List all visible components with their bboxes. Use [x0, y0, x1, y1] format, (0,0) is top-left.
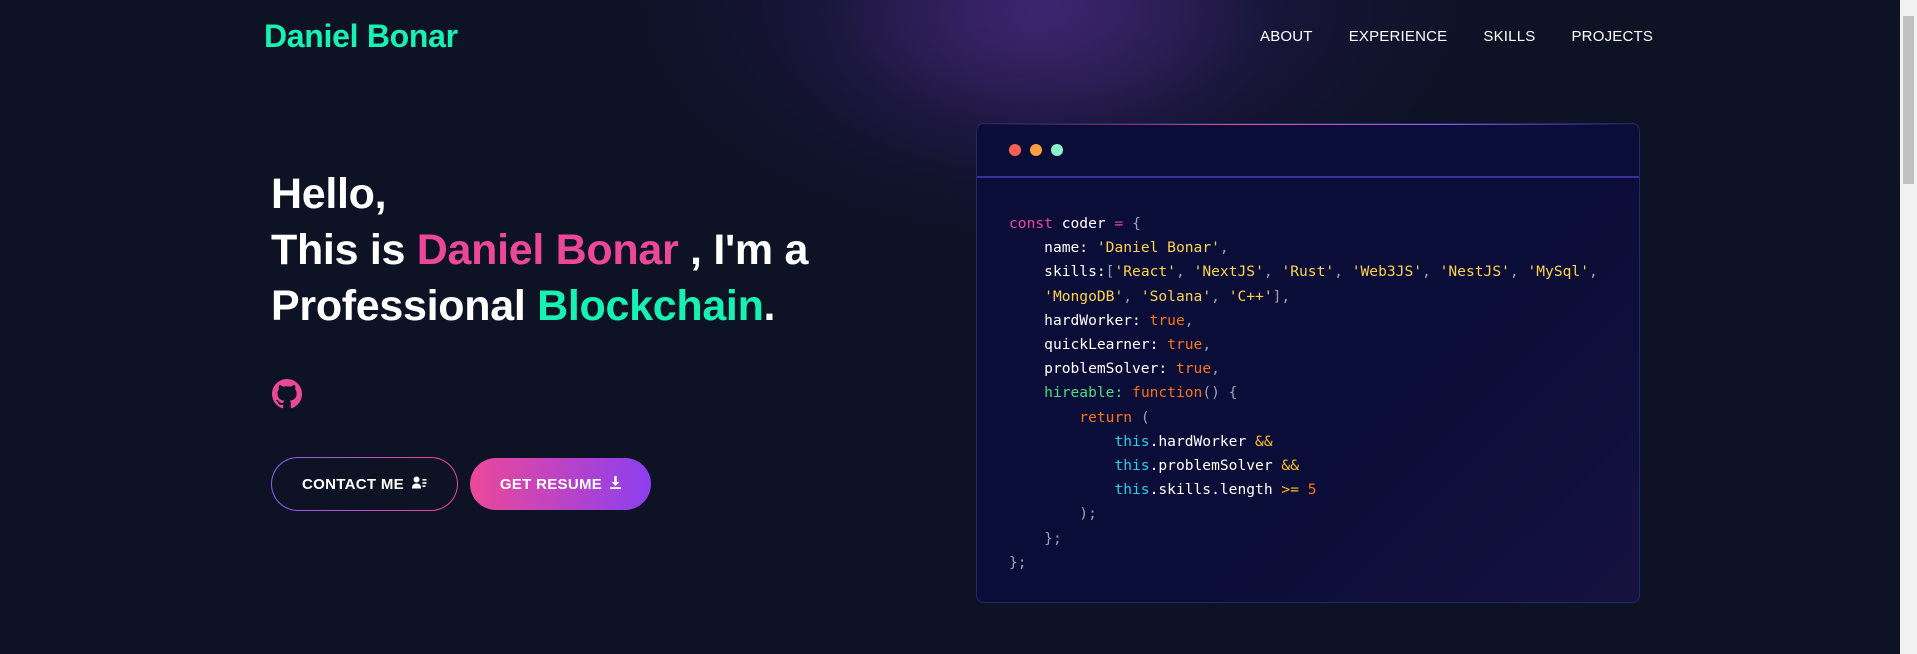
code-block: const coder = { name: 'Daniel Bonar', sk… — [1009, 215, 1598, 571]
user-card-icon — [411, 476, 427, 493]
contact-me-button-inner: CONTACT ME — [272, 458, 457, 510]
hero-im-a: , I'm a — [678, 226, 809, 274]
hero-text: Hello, This is Daniel Bonar , I'm a Prof… — [271, 166, 808, 334]
code-window-header — [977, 124, 1639, 178]
contact-me-button[interactable]: CONTACT ME — [271, 457, 458, 511]
skill-2: 'Rust' — [1281, 263, 1335, 281]
nav-about[interactable]: ABOUT — [1260, 28, 1313, 45]
skill-8: 'C++' — [1228, 287, 1273, 305]
skill-4: 'NestJS' — [1439, 263, 1510, 281]
code-problemsolver-value: true — [1175, 360, 1212, 378]
github-icon[interactable] — [271, 378, 303, 410]
hero-professional: Professional — [271, 282, 538, 330]
hero-name: Daniel Bonar — [416, 226, 679, 274]
get-resume-label: GET RESUME — [499, 475, 603, 493]
hero-heading: Hello, This is Daniel Bonar , I'm a Prof… — [271, 166, 808, 334]
skill-0: 'React' — [1114, 263, 1176, 281]
hero-greeting: Hello, — [271, 170, 387, 218]
nav-experience[interactable]: EXPERIENCE — [1349, 28, 1448, 45]
brand-logo[interactable]: Daniel Bonar — [264, 18, 458, 55]
code-window-accent-line — [977, 124, 1639, 125]
skill-7: 'Solana' — [1140, 287, 1212, 305]
download-icon — [610, 475, 622, 493]
code-quicklearner-value: true — [1167, 336, 1203, 354]
page-scrollbar[interactable] — [1900, 0, 1917, 654]
code-hardworker-value: true — [1149, 311, 1185, 329]
code-length-value: 5 — [1307, 481, 1317, 499]
hero-role: Blockchain — [537, 282, 764, 330]
skill-5: 'MySql' — [1527, 263, 1589, 281]
code-name-value: 'Daniel Bonar' — [1096, 239, 1220, 257]
nav-skills[interactable]: SKILLS — [1483, 28, 1535, 45]
window-dot-orange — [1030, 144, 1042, 156]
window-dot-green — [1051, 144, 1063, 156]
skill-1: 'NextJS' — [1193, 263, 1264, 281]
contact-me-label: CONTACT ME — [302, 475, 404, 493]
nav-projects[interactable]: PROJECTS — [1571, 28, 1653, 45]
skill-3: 'Web3JS' — [1351, 263, 1423, 281]
code-window: const coder = { name: 'Daniel Bonar', sk… — [976, 123, 1640, 603]
hero-period: . — [763, 282, 776, 330]
skill-6: 'MongoDB' — [1044, 287, 1124, 305]
scrollbar-thumb[interactable] — [1903, 16, 1914, 184]
window-dot-red — [1009, 144, 1021, 156]
main-nav: ABOUT EXPERIENCE SKILLS PROJECTS — [1260, 28, 1653, 45]
hero-this-is: This is — [271, 226, 417, 274]
get-resume-button[interactable]: GET RESUME — [470, 458, 651, 510]
